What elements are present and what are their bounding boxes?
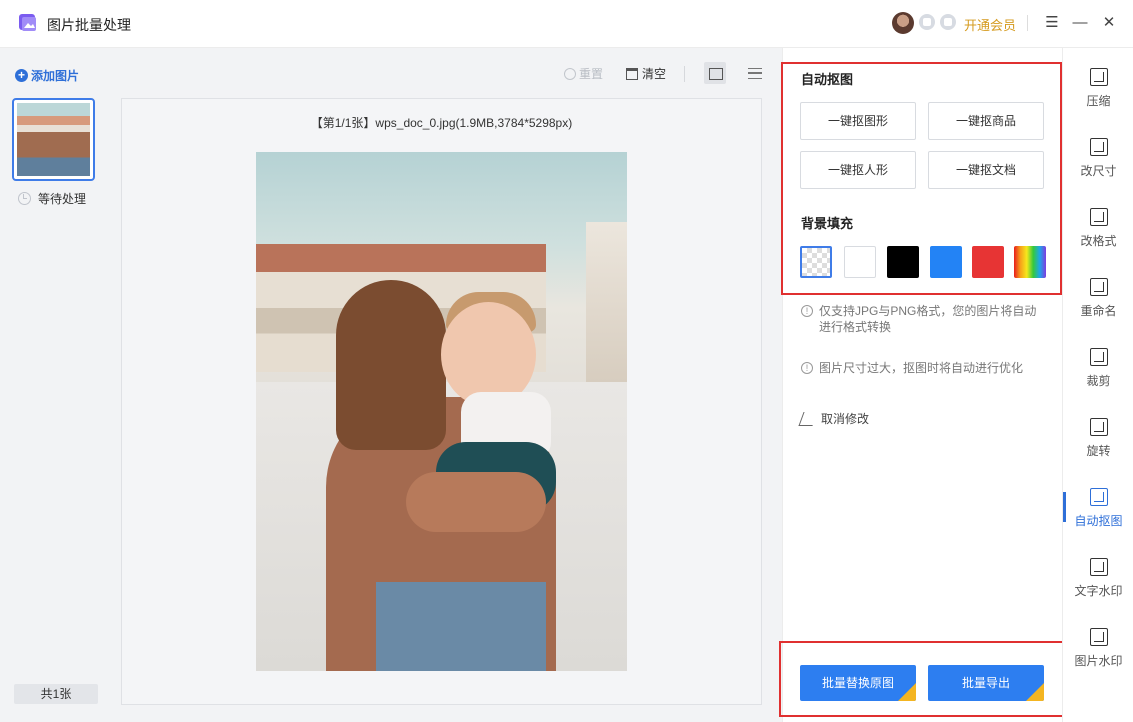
matting-document-button[interactable]: 一键抠文档	[928, 151, 1044, 189]
format-icon	[1089, 208, 1108, 226]
image-count: 共1张	[14, 684, 98, 704]
file-caption: 【第1/1张】wps_doc_0.jpg(1.9MB,3784*5298px)	[310, 116, 573, 130]
info-icon: !	[801, 362, 813, 374]
size-note: ! 图片尺寸过大，抠图时将自动进行优化	[801, 360, 1041, 376]
app-title: 图片批量处理	[47, 17, 131, 33]
rail-item-format[interactable]: 改格式	[1063, 208, 1133, 272]
add-image-label: 添加图片	[31, 69, 80, 83]
rail-item-compress[interactable]: 压缩	[1063, 68, 1133, 132]
text-watermark-icon	[1089, 558, 1108, 576]
rail-item-label: 文字水印	[1074, 584, 1123, 598]
rail-item-image-watermark[interactable]: 图片水印	[1063, 628, 1133, 692]
clear-label: 清空	[642, 67, 667, 81]
bg-white-swatch[interactable]	[844, 246, 876, 278]
rail-item-label: 改格式	[1080, 234, 1117, 248]
format-note: ! 仅支持JPG与PNG格式，您的图片将自动进行格式转换	[801, 303, 1041, 335]
undo-changes-button[interactable]: 取消修改	[798, 410, 870, 427]
undo-edit-icon	[798, 411, 818, 426]
rail-item-label: 裁剪	[1086, 374, 1111, 388]
rail-item-label: 改尺寸	[1080, 164, 1117, 178]
menu-icon[interactable]: ☰	[1041, 12, 1063, 34]
status-label: 等待处理	[38, 192, 87, 206]
points-badge-icon[interactable]	[940, 14, 956, 30]
processing-status: 等待处理	[18, 190, 86, 207]
crop-icon	[1089, 348, 1108, 366]
compress-icon	[1089, 68, 1108, 86]
rail-item-resize[interactable]: 改尺寸	[1063, 138, 1133, 202]
matting-shape-button[interactable]: 一键抠图形	[800, 102, 916, 140]
title-divider	[1027, 15, 1028, 31]
rail-item-label: 重命名	[1080, 304, 1117, 318]
vip-crown-icon	[898, 683, 916, 701]
matting-options-panel: 自动抠图 一键抠图形 一键抠商品 一键抠人形 一键抠文档 背景填充 ! 仅支持J…	[782, 48, 1062, 722]
vip-link[interactable]: 开通会员	[964, 15, 1016, 34]
matting-title: 自动抠图	[801, 72, 854, 87]
bg-black-swatch[interactable]	[887, 246, 919, 278]
rail-item-label: 压缩	[1086, 94, 1111, 108]
bg-transparent-swatch[interactable]	[800, 246, 832, 278]
rail-item-label: 旋转	[1086, 444, 1111, 458]
reset-button[interactable]: 重置	[564, 65, 603, 82]
rotate-icon	[1089, 418, 1108, 436]
resize-icon	[1089, 138, 1108, 156]
close-icon[interactable]: ✕	[1098, 12, 1120, 34]
batch-replace-label: 批量替换原图	[821, 676, 894, 690]
size-note-text: 图片尺寸过大，抠图时将自动进行优化	[819, 361, 1024, 375]
undo-label: 取消修改	[821, 412, 870, 426]
reset-label: 重置	[579, 67, 604, 81]
image-list-panel: + 添加图片 等待处理 共1张	[0, 48, 108, 722]
user-avatar[interactable]	[892, 12, 914, 34]
auto-matting-icon	[1089, 488, 1108, 506]
preview-area: 重置 清空 【第1/1张】wps_doc_0.jpg(1.9MB,3784*52…	[108, 48, 782, 722]
rail-item-rotate[interactable]: 旋转	[1063, 418, 1133, 482]
matting-product-button[interactable]: 一键抠商品	[928, 102, 1044, 140]
member-badge-icon[interactable]	[919, 14, 935, 30]
rail-item-label: 自动抠图	[1074, 514, 1123, 528]
bg-red-swatch[interactable]	[972, 246, 1004, 278]
bg-custom-color-swatch[interactable]	[1014, 246, 1046, 278]
rename-icon	[1089, 278, 1108, 296]
bg-blue-swatch[interactable]	[930, 246, 962, 278]
rail-item-rename[interactable]: 重命名	[1063, 278, 1133, 342]
batch-export-button[interactable]: 批量导出	[928, 665, 1044, 701]
matting-portrait-button[interactable]: 一键抠人形	[800, 151, 916, 189]
image-thumbnail[interactable]	[12, 98, 95, 181]
list-view-icon[interactable]	[744, 62, 766, 84]
title-bar: 图片批量处理 开通会员 ☰ — ✕	[0, 0, 1133, 48]
thumbnail-image	[17, 103, 90, 176]
trash-icon	[626, 67, 638, 80]
rail-item-text-watermark[interactable]: 文字水印	[1063, 558, 1133, 622]
batch-replace-button[interactable]: 批量替换原图	[800, 665, 916, 701]
rail-item-crop[interactable]: 裁剪	[1063, 348, 1133, 412]
info-icon: !	[801, 305, 813, 317]
add-icon: +	[15, 69, 28, 82]
reset-icon	[564, 67, 576, 80]
format-note-text: 仅支持JPG与PNG格式，您的图片将自动进行格式转换	[819, 304, 1037, 334]
rail-item-auto-matting[interactable]: 自动抠图	[1063, 488, 1133, 552]
clock-icon	[18, 192, 31, 205]
toolbar-divider	[684, 66, 685, 82]
image-watermark-icon	[1089, 628, 1108, 646]
background-title: 背景填充	[801, 216, 854, 231]
image-view-icon[interactable]	[704, 62, 726, 84]
minimize-icon[interactable]: —	[1069, 12, 1091, 34]
app-logo-icon	[19, 14, 36, 31]
batch-export-label: 批量导出	[961, 676, 1010, 690]
preview-photo	[256, 152, 627, 671]
rail-item-label: 图片水印	[1074, 654, 1123, 668]
tool-rail: 压缩 改尺寸 改格式 重命名 裁剪 旋转 自动抠图 文字水印 图片水印	[1062, 48, 1133, 722]
vip-crown-icon	[1026, 683, 1044, 701]
preview-frame: 【第1/1张】wps_doc_0.jpg(1.9MB,3784*5298px)	[121, 98, 762, 705]
add-image-button[interactable]: + 添加图片	[15, 67, 79, 84]
clear-button[interactable]: 清空	[626, 65, 666, 82]
